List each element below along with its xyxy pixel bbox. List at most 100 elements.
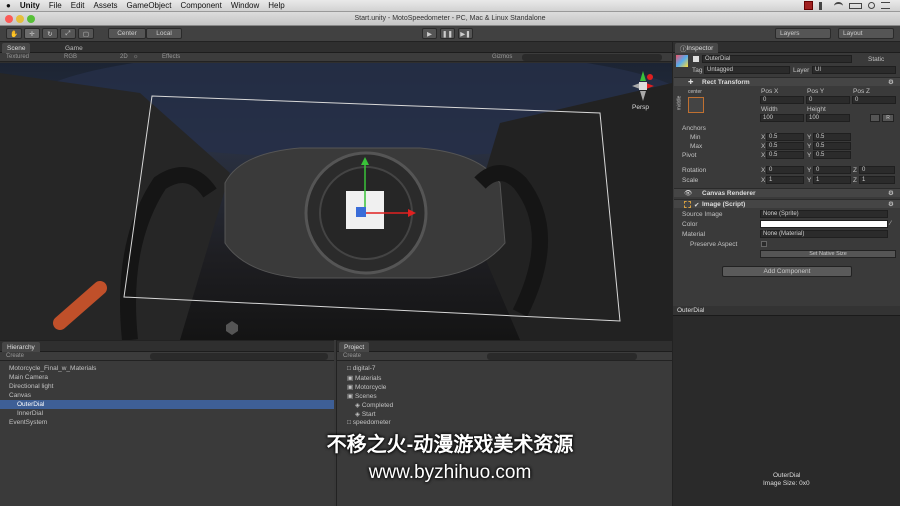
rotation-y-field[interactable]: 0 [813, 166, 851, 174]
orientation-gizmo[interactable] [626, 69, 660, 103]
tag-dropdown[interactable]: Untagged [704, 66, 790, 74]
rect-tool-button[interactable]: ▢ [78, 28, 94, 39]
menu-assets[interactable]: Assets [94, 1, 118, 10]
image-script-settings-icon[interactable]: ⚙ [888, 200, 894, 208]
project-item-materials[interactable]: ▣ Materials [347, 374, 381, 382]
hierarchy-create-dropdown[interactable]: Create [6, 353, 24, 359]
project-search-input[interactable] [487, 353, 637, 360]
project-item-speedometer[interactable]: □ speedometer [347, 419, 391, 426]
rotation-x-field[interactable]: 0 [766, 166, 804, 174]
play-button[interactable]: ▶ [422, 28, 437, 39]
preview-header[interactable]: OuterDial [673, 306, 900, 316]
menu-component[interactable]: Component [180, 1, 221, 10]
pivot-toggle[interactable]: Center [108, 28, 146, 39]
raw-edit-button[interactable]: R [882, 114, 894, 122]
active-checkbox[interactable] [693, 56, 699, 62]
project-item-digital7[interactable]: □ digital-7 [347, 365, 376, 372]
rotate-tool-button[interactable]: ↻ [42, 28, 58, 39]
project-item-completed[interactable]: ◈ Completed [355, 401, 393, 409]
status-record-icon[interactable] [804, 1, 813, 10]
tab-game[interactable]: Game [60, 43, 88, 53]
project-item-motorcycle[interactable]: ▣ Motorcycle [347, 383, 386, 391]
image-enabled-checkbox[interactable]: ✔ [694, 201, 699, 209]
object-name-field[interactable]: OuterDial [702, 55, 852, 63]
tab-inspector[interactable]: ⓘ Inspector [675, 43, 719, 53]
add-component-button[interactable]: Add Component [722, 266, 852, 277]
menu-gameobject[interactable]: GameObject [127, 1, 172, 10]
scale-y-field[interactable]: 1 [813, 176, 851, 184]
hierarchy-item-eventsystem[interactable]: EventSystem [9, 419, 47, 426]
anchor-preset-button[interactable] [688, 97, 704, 113]
hierarchy-item-motorcycle[interactable]: Motorcycle_Final_w_Materials [9, 365, 96, 372]
scale-z-field[interactable]: 1 [859, 176, 895, 184]
pivot-x-field[interactable]: 0.5 [766, 151, 804, 159]
close-window-icon[interactable] [5, 15, 13, 23]
project-create-dropdown[interactable]: Create [343, 353, 361, 359]
source-image-field[interactable]: None (Sprite) [760, 210, 888, 218]
rect-transform-header[interactable]: ✚ Rect Transform ⚙ [674, 77, 900, 86]
layer-dropdown[interactable]: UI [812, 66, 896, 74]
layout-dropdown[interactable]: Layout [838, 28, 894, 39]
anchor-min-y-field[interactable]: 0.5 [813, 133, 851, 141]
anchor-min-x-field[interactable]: 0.5 [766, 133, 804, 141]
zoom-window-icon[interactable] [27, 15, 35, 23]
hierarchy-item-canvas[interactable]: Canvas [9, 392, 31, 399]
color-swatch[interactable] [760, 220, 888, 228]
canvas-renderer-header[interactable]: 👁 Canvas Renderer ⚙ [674, 188, 900, 197]
image-script-header[interactable]: ✔ Image (Script) ⚙ [674, 199, 900, 209]
component-settings-icon[interactable]: ⚙ [888, 78, 894, 86]
menu-window[interactable]: Window [231, 1, 259, 10]
pos-z-field[interactable]: 0 [852, 96, 896, 104]
search-icon[interactable] [868, 2, 875, 9]
pos-x-field[interactable]: 0 [760, 96, 804, 104]
persp-label[interactable]: Persp [632, 104, 649, 111]
step-button[interactable]: ▶❚ [458, 28, 473, 39]
material-field[interactable]: None (Material) [760, 230, 888, 238]
minimize-window-icon[interactable] [16, 15, 24, 23]
anchor-max-x-field[interactable]: 0.5 [766, 142, 804, 150]
gizmos-dropdown[interactable]: Gizmos [492, 54, 512, 60]
canvas-renderer-settings-icon[interactable]: ⚙ [888, 189, 894, 197]
hierarchy-item-innerdial[interactable]: InnerDial [17, 410, 43, 417]
lighting-toggle-icon[interactable]: ☼ [133, 54, 139, 60]
hierarchy-item-directional-light[interactable]: Directional light [9, 383, 53, 390]
menu-file[interactable]: File [49, 1, 62, 10]
menu-app[interactable]: Unity [20, 1, 40, 10]
hierarchy-item-main-camera[interactable]: Main Camera [9, 374, 48, 381]
tab-scene[interactable]: Scene [2, 43, 31, 53]
menu-edit[interactable]: Edit [71, 1, 85, 10]
pos-y-field[interactable]: 0 [806, 96, 850, 104]
anchor-max-y-field[interactable]: 0.5 [813, 142, 851, 150]
blueprint-mode-button[interactable] [870, 114, 880, 122]
tab-project[interactable]: Project [339, 342, 370, 352]
hierarchy-search-input[interactable] [150, 353, 328, 360]
hand-tool-button[interactable]: ✋ [6, 28, 22, 39]
scene-search-input[interactable] [522, 54, 662, 61]
move-tool-button[interactable]: ✛ [24, 28, 40, 39]
menu-list-icon[interactable] [881, 2, 890, 9]
scale-x-field[interactable]: 1 [766, 176, 804, 184]
render-mode-dropdown[interactable]: RGB [64, 54, 77, 60]
pivot-y-field[interactable]: 0.5 [813, 151, 851, 159]
project-item-start[interactable]: ◈ Start [355, 410, 376, 418]
menu-help[interactable]: Help [268, 1, 284, 10]
2d-toggle[interactable]: 2D [120, 54, 128, 60]
tab-hierarchy[interactable]: Hierarchy [2, 342, 40, 352]
apple-icon[interactable]: ● [6, 1, 11, 10]
space-toggle[interactable]: Local [146, 28, 182, 39]
hierarchy-item-outerdial[interactable]: OuterDial [17, 401, 44, 408]
preserve-aspect-checkbox[interactable] [761, 241, 767, 247]
scene-viewport[interactable]: Persp [0, 63, 672, 340]
battery-icon[interactable] [849, 2, 862, 9]
scale-tool-button[interactable]: ⤢ [60, 28, 76, 39]
shading-dropdown[interactable]: Textured [6, 54, 29, 60]
height-field[interactable]: 100 [806, 114, 850, 122]
pause-button[interactable]: ❚❚ [440, 28, 455, 39]
set-native-size-button[interactable]: Set Native Size [760, 250, 896, 258]
project-item-scenes[interactable]: ▣ Scenes [347, 392, 377, 400]
width-field[interactable]: 100 [760, 114, 804, 122]
volume-icon[interactable] [819, 1, 828, 10]
layers-dropdown[interactable]: Layers [775, 28, 831, 39]
rotation-z-field[interactable]: 0 [859, 166, 895, 174]
static-checkbox-label[interactable]: Static [868, 56, 884, 63]
